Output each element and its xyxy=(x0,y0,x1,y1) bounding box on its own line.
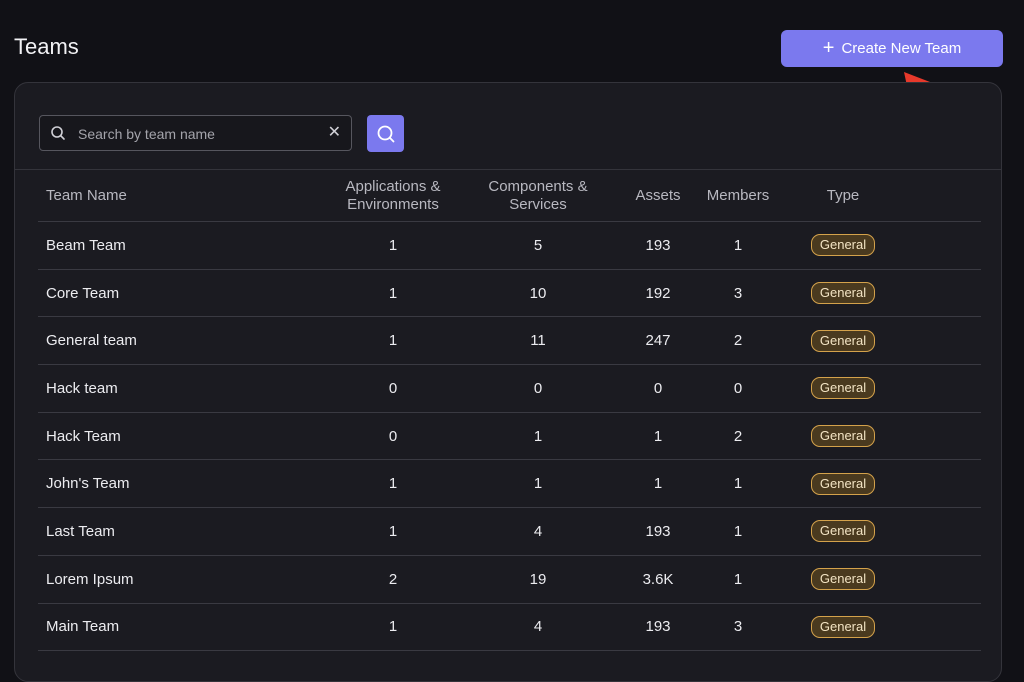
assets-count: 193 xyxy=(645,236,671,254)
members-count: 3 xyxy=(733,284,743,302)
members-count: 1 xyxy=(733,522,743,540)
components-count: 0 xyxy=(533,379,543,397)
column-header-assets[interactable]: Assets xyxy=(618,170,698,221)
type-badge: General xyxy=(810,282,876,305)
assets-count: 3.6K xyxy=(642,570,674,588)
team-name: Hack team xyxy=(46,379,118,397)
applications-count: 1 xyxy=(388,618,398,636)
search-icon xyxy=(51,126,65,140)
search-icon xyxy=(377,125,394,142)
assets-count: 193 xyxy=(645,522,671,540)
members-count: 1 xyxy=(733,236,743,254)
members-count: 1 xyxy=(733,475,743,493)
applications-count: 1 xyxy=(388,332,398,350)
applications-count: 1 xyxy=(388,522,398,540)
components-count: 4 xyxy=(533,522,543,540)
search-input[interactable] xyxy=(76,116,320,152)
column-header-components[interactable]: Components & Services xyxy=(473,170,603,221)
type-badge: General xyxy=(810,377,876,400)
type-badge: General xyxy=(810,568,876,591)
team-name: John's Team xyxy=(46,475,130,493)
table-row[interactable]: Core Team 1 10 192 3 General xyxy=(38,270,981,318)
table-row[interactable]: General team 1 11 247 2 General xyxy=(38,317,981,366)
table-row[interactable]: John's Team 1 1 1 1 General xyxy=(38,460,981,509)
team-name: Lorem Ipsum xyxy=(46,570,134,588)
type-badge: General xyxy=(810,234,876,257)
teams-table: Team Name Applications & Environments Com… xyxy=(38,170,981,652)
applications-count: 0 xyxy=(388,427,398,445)
assets-count: 0 xyxy=(653,379,663,397)
components-count: 11 xyxy=(530,332,546,350)
team-name: Last Team xyxy=(46,522,115,540)
table-header: Team Name Applications & Environments Com… xyxy=(38,170,981,222)
team-name: General team xyxy=(46,332,137,350)
type-badge: General xyxy=(810,329,876,352)
table-row[interactable]: Hack team 0 0 0 0 General xyxy=(38,365,981,413)
team-name: Main Team xyxy=(46,618,120,636)
components-count: 1 xyxy=(533,427,543,445)
teams-panel: ✕ Team Name Applications &Environments C… xyxy=(14,82,1002,682)
table-row[interactable]: Hack Team 0 1 1 2 General xyxy=(38,413,981,461)
applications-count: 1 xyxy=(388,284,398,302)
type-badge: General xyxy=(810,472,876,495)
applications-count: 0 xyxy=(388,379,398,397)
members-count: 3 xyxy=(733,618,743,636)
assets-count: 192 xyxy=(645,284,671,302)
team-name: Core Team xyxy=(46,284,120,302)
column-header-applications[interactable]: Applications & Environments xyxy=(328,170,458,221)
type-badge: General xyxy=(810,615,876,638)
page-title: Teams xyxy=(14,34,79,59)
members-count: 0 xyxy=(733,379,743,397)
column-header-type[interactable]: Type xyxy=(798,170,888,221)
team-name: Hack Team xyxy=(46,427,121,445)
team-name: Beam Team xyxy=(46,236,126,254)
components-count: 4 xyxy=(533,618,543,636)
table-row[interactable]: Beam Team 1 5 193 1 General xyxy=(38,222,981,270)
type-badge: General xyxy=(810,425,876,448)
table-row[interactable]: Last Team 1 4 193 1 General xyxy=(38,508,981,556)
members-count: 2 xyxy=(733,427,743,445)
table-row[interactable]: Main Team 1 4 193 3 General xyxy=(38,604,981,652)
components-count: 10 xyxy=(529,284,547,302)
create-new-team-button[interactable]: + Create New Team xyxy=(781,30,1003,67)
plus-icon: + xyxy=(822,36,835,59)
components-count: 5 xyxy=(533,236,543,254)
search-button[interactable] xyxy=(367,115,404,152)
applications-count: 2 xyxy=(388,570,398,588)
members-count: 2 xyxy=(733,332,743,350)
applications-count: 1 xyxy=(388,475,398,493)
column-header-members[interactable]: Members xyxy=(698,170,778,221)
assets-count: 247 xyxy=(645,332,671,350)
type-badge: General xyxy=(810,520,876,543)
assets-count: 1 xyxy=(653,475,663,493)
table-row[interactable]: Lorem Ipsum 2 19 3.6K 1 General xyxy=(38,556,981,604)
close-icon[interactable]: ✕ xyxy=(328,124,341,142)
components-count: 1 xyxy=(533,475,543,493)
members-count: 1 xyxy=(733,570,743,588)
create-new-team-label: Create New Team xyxy=(841,40,962,57)
assets-count: 193 xyxy=(645,618,671,636)
column-header-team-name[interactable]: Team Name xyxy=(46,170,306,221)
components-count: 19 xyxy=(529,570,547,588)
assets-count: 1 xyxy=(653,427,663,445)
applications-count: 1 xyxy=(388,236,398,254)
search-field[interactable]: ✕ xyxy=(39,115,352,152)
